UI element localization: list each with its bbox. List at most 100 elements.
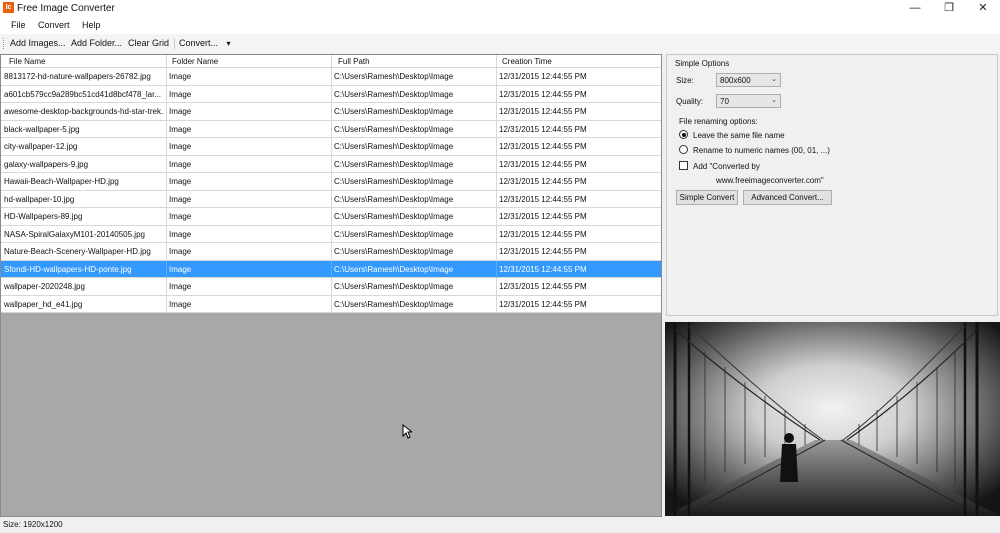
menu-bar: File Convert Help bbox=[0, 17, 1000, 34]
cell-file-name: wallpaper-2020248.jpg bbox=[4, 282, 85, 291]
size-label: Size: bbox=[676, 76, 694, 85]
cell-folder-name: Image bbox=[169, 142, 192, 151]
file-grid[interactable]: File Name Folder Name Full Path Creation… bbox=[0, 54, 662, 517]
chevron-down-icon: ⌄ bbox=[771, 97, 777, 104]
toolbar-grip bbox=[3, 38, 5, 49]
cell-file-name: black-wallpaper-5.jpg bbox=[4, 124, 80, 134]
status-bar: Size: 1920x1200 bbox=[0, 518, 1000, 533]
add-folder-button[interactable]: Add Folder... bbox=[71, 38, 122, 48]
column-header-full-path[interactable]: Full Path bbox=[338, 57, 370, 66]
cell-full-path: C:\Users\Ramesh\Desktop\Image bbox=[334, 159, 454, 169]
cell-creation-time: 12/31/2015 12:44:55 PM bbox=[499, 194, 587, 204]
cell-file-name: 8813172-hd-nature-wallpapers-26782.jpg bbox=[4, 72, 151, 81]
radio-same-name-label[interactable]: Leave the same file name bbox=[693, 131, 785, 140]
cell-full-path: C:\Users\Ramesh\Desktop\Image bbox=[334, 107, 454, 116]
cell-full-path: C:\Users\Ramesh\Desktop\Image bbox=[334, 282, 454, 291]
simple-options-group: Simple Options Size: 800x600 ⌄ Quality: … bbox=[666, 54, 998, 316]
clear-grid-button[interactable]: Clear Grid bbox=[128, 38, 169, 48]
cell-creation-time: 12/31/2015 12:44:55 PM bbox=[499, 89, 587, 99]
title-bar: Ic Free Image Converter — ❐ ✕ bbox=[0, 0, 1000, 17]
table-row[interactable]: HD-Wallpapers-89.jpg Image C:\Users\Ramesh… bbox=[1, 208, 661, 226]
convert-dropdown-button[interactable]: Convert... ▾ bbox=[179, 38, 231, 48]
table-row[interactable]: Hawaii-Beach-Wallpaper-HD.jpg Image C:\Use… bbox=[1, 173, 661, 191]
menu-file[interactable]: File bbox=[11, 20, 26, 30]
cell-creation-time: 12/31/2015 12:44:55 PM bbox=[499, 264, 587, 274]
bridge-preview-image bbox=[665, 322, 1000, 516]
table-row[interactable]: NASA-SpiralGalaxyM101-20140505.jpg Image C… bbox=[1, 225, 661, 243]
cell-file-name: Nature-Beach-Scenery-Wallpaper-HD.jpg bbox=[4, 247, 151, 256]
cell-folder-name: Image bbox=[169, 212, 192, 221]
size-value: 800x600 bbox=[720, 76, 751, 85]
minimize-button[interactable]: — bbox=[898, 0, 932, 17]
cell-creation-time: 12/31/2015 12:44:55 PM bbox=[499, 159, 587, 169]
table-row[interactable]: a601cb579cc9a289bc51cd41d8bcf478_lar... I… bbox=[1, 85, 661, 103]
cell-full-path: C:\Users\Ramesh\Desktop\Image bbox=[334, 194, 454, 204]
table-row[interactable]: city-wallpaper-12.jpg Image C:\Users\Rames… bbox=[1, 138, 661, 156]
cell-folder-name: Image bbox=[169, 72, 192, 81]
cell-file-name: galaxy-wallpapers-9.jpg bbox=[4, 159, 89, 169]
table-row[interactable]: 8813172-hd-nature-wallpapers-26782.jpg Im… bbox=[1, 68, 661, 86]
cell-full-path: C:\Users\Ramesh\Desktop\Image bbox=[334, 142, 454, 151]
cell-file-name: city-wallpaper-12.jpg bbox=[4, 142, 78, 151]
renaming-options-label: File renaming options: bbox=[679, 117, 758, 126]
cell-file-name: hd-wallpaper-10.jpg bbox=[4, 194, 75, 204]
grid-header: File Name Folder Name Full Path Creation… bbox=[1, 55, 661, 68]
radio-numeric-names-label[interactable]: Rename to numeric names (00, 01, ...) bbox=[693, 146, 830, 155]
table-row[interactable]: Nature-Beach-Scenery-Wallpaper-HD.jpg Ima… bbox=[1, 243, 661, 261]
quality-value: 70 bbox=[720, 97, 729, 106]
cell-creation-time: 12/31/2015 12:44:55 PM bbox=[499, 124, 587, 134]
grid-rows: 8813172-hd-nature-wallpapers-26782.jpg Im… bbox=[1, 68, 661, 313]
chevron-down-icon: ⌄ bbox=[771, 76, 777, 83]
quality-select[interactable]: 70 ⌄ bbox=[716, 94, 781, 108]
cell-creation-time: 12/31/2015 12:44:55 PM bbox=[499, 142, 587, 151]
cell-file-name: a601cb579cc9a289bc51cd41d8bcf478_lar... bbox=[4, 89, 162, 99]
maximize-button[interactable]: ❐ bbox=[932, 0, 966, 17]
cell-file-name: Hawaii-Beach-Wallpaper-HD.jpg bbox=[4, 177, 119, 186]
menu-convert[interactable]: Convert bbox=[38, 20, 70, 30]
cell-full-path: C:\Users\Ramesh\Desktop\Image bbox=[334, 89, 454, 99]
table-row[interactable]: Sfondi-HD-wallpapers-HD-ponte.jpg Image C:… bbox=[1, 260, 661, 278]
table-row[interactable]: galaxy-wallpapers-9.jpg Image C:\Users\Ram… bbox=[1, 155, 661, 173]
add-images-button[interactable]: Add Images... bbox=[10, 38, 66, 48]
cell-full-path: C:\Users\Ramesh\Desktop\Image bbox=[334, 299, 454, 309]
cell-creation-time: 12/31/2015 12:44:55 PM bbox=[499, 72, 587, 81]
status-size: Size: 1920x1200 bbox=[3, 520, 63, 529]
simple-convert-button[interactable]: Simple Convert bbox=[676, 190, 738, 205]
window-title: Free Image Converter bbox=[17, 3, 115, 14]
cell-file-name: Sfondi-HD-wallpapers-HD-ponte.jpg bbox=[4, 264, 132, 274]
size-select[interactable]: 800x600 ⌄ bbox=[716, 73, 781, 87]
radio-numeric-names[interactable] bbox=[679, 145, 688, 154]
cell-creation-time: 12/31/2015 12:44:55 PM bbox=[499, 247, 587, 256]
close-button[interactable]: ✕ bbox=[966, 0, 1000, 17]
add-converted-url: www.freeimageconverter.com" bbox=[716, 176, 824, 185]
column-header-creation-time[interactable]: Creation Time bbox=[502, 57, 552, 66]
advanced-convert-button[interactable]: Advanced Convert... bbox=[743, 190, 832, 205]
table-row[interactable]: wallpaper_hd_e41.jpg Image C:\Users\Ramesh… bbox=[1, 295, 661, 313]
add-converted-label[interactable]: Add "Converted by bbox=[693, 162, 760, 171]
cell-file-name: NASA-SpiralGalaxyM101-20140505.jpg bbox=[4, 229, 145, 239]
menu-help[interactable]: Help bbox=[82, 20, 101, 30]
radio-same-name[interactable] bbox=[679, 130, 688, 139]
convert-label: Convert... bbox=[179, 38, 219, 48]
add-converted-checkbox[interactable] bbox=[679, 161, 688, 170]
cell-creation-time: 12/31/2015 12:44:55 PM bbox=[499, 212, 587, 221]
table-row[interactable]: black-wallpaper-5.jpg Image C:\Users\Rames… bbox=[1, 120, 661, 138]
cell-full-path: C:\Users\Ramesh\Desktop\Image bbox=[334, 247, 454, 256]
simple-options-panel: Simple Options Size: 800x600 ⌄ Quality: … bbox=[666, 54, 1000, 319]
table-row[interactable]: hd-wallpaper-10.jpg Image C:\Users\Ramesh\… bbox=[1, 190, 661, 208]
table-row[interactable]: awesome-desktop-backgrounds-hd-star-trek… bbox=[1, 103, 661, 121]
column-header-folder-name[interactable]: Folder Name bbox=[172, 57, 218, 66]
cell-file-name: HD-Wallpapers-89.jpg bbox=[4, 212, 83, 221]
cell-folder-name: Image bbox=[169, 107, 192, 116]
toolbar-separator bbox=[174, 38, 175, 49]
cell-full-path: C:\Users\Ramesh\Desktop\Image bbox=[334, 229, 454, 239]
column-header-file-name[interactable]: File Name bbox=[9, 57, 45, 66]
app-icon: Ic bbox=[3, 2, 14, 13]
cell-file-name: awesome-desktop-backgrounds-hd-star-trek… bbox=[4, 107, 164, 116]
table-row[interactable]: wallpaper-2020248.jpg Image C:\Users\Rames… bbox=[1, 278, 661, 296]
cell-folder-name: Image bbox=[169, 247, 192, 256]
cell-folder-name: Image bbox=[169, 194, 192, 204]
cell-creation-time: 12/31/2015 12:44:55 PM bbox=[499, 177, 587, 186]
cell-folder-name: Image bbox=[169, 124, 192, 134]
cell-full-path: C:\Users\Ramesh\Desktop\Image bbox=[334, 212, 454, 221]
